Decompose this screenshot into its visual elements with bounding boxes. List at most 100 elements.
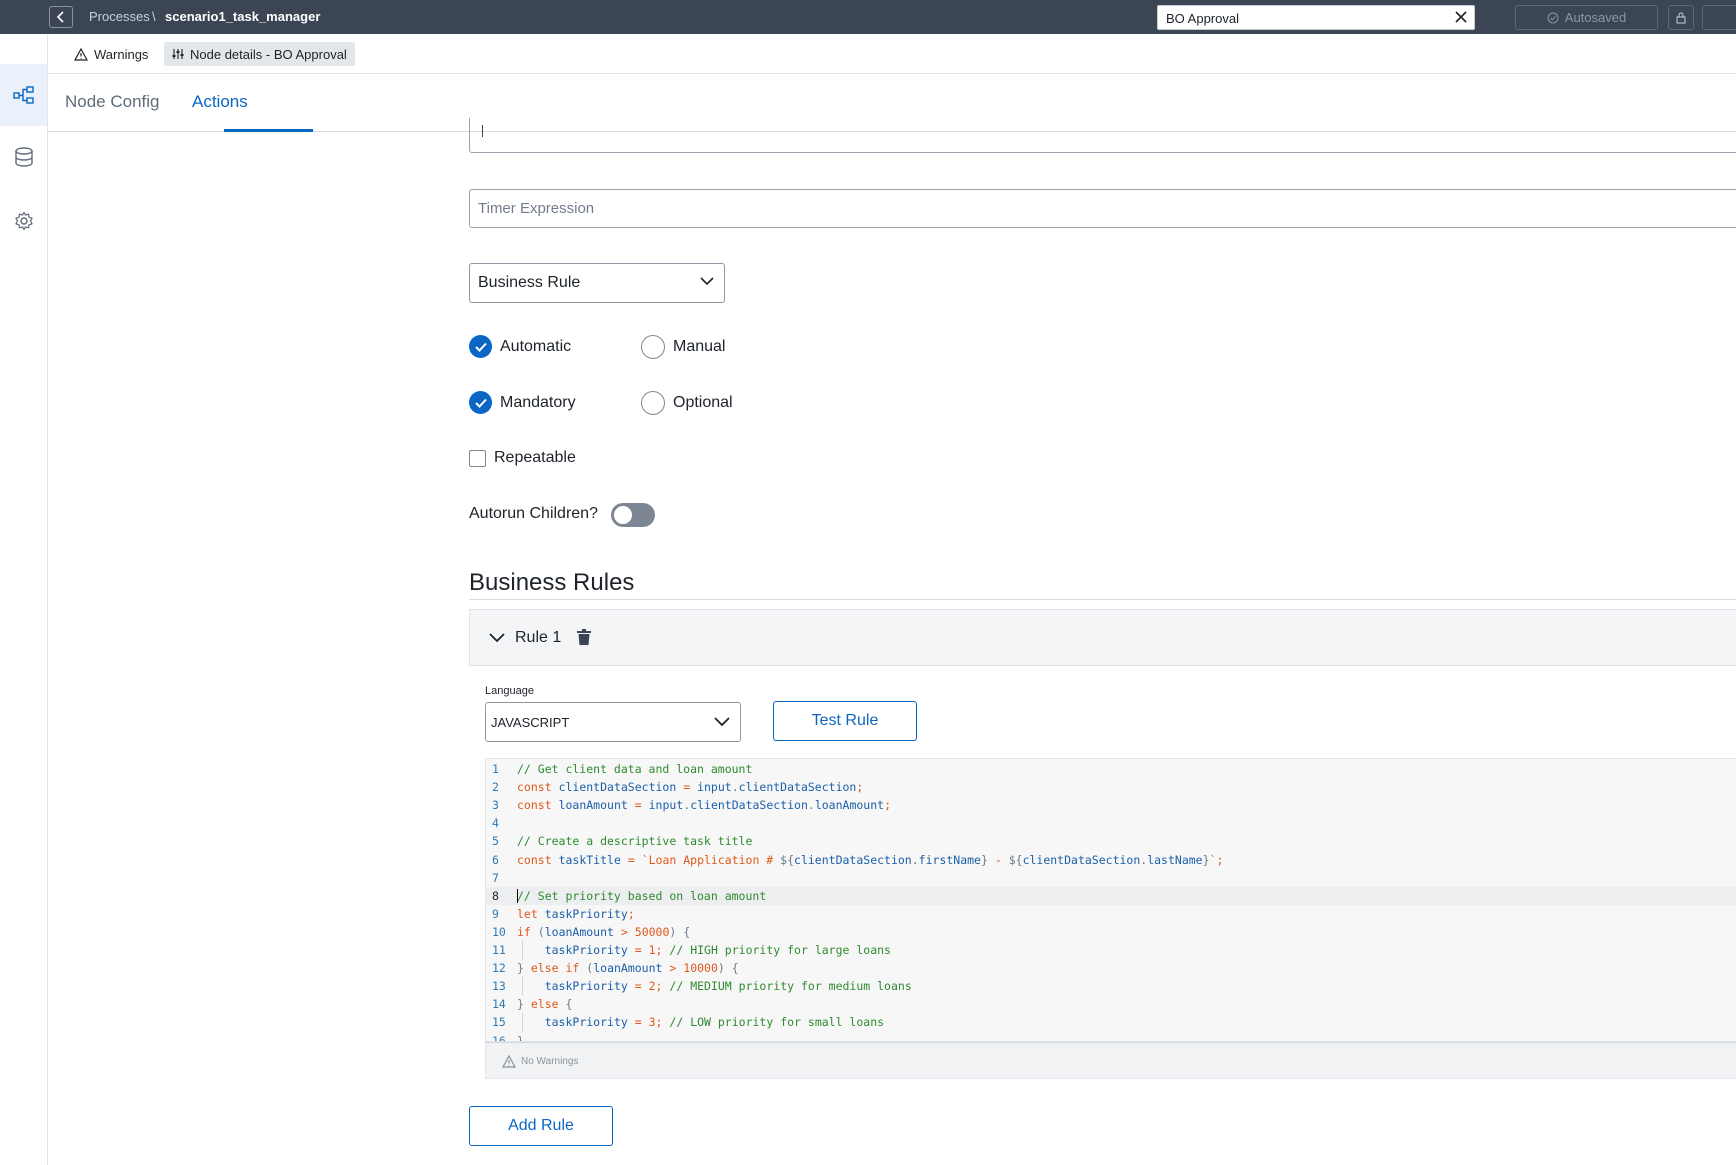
code-editor[interactable]: 1 // Get client data and loan amount 2 cons… — [485, 758, 1736, 1042]
line-code: // Get client data and loan amount — [517, 762, 753, 776]
top-bar: Processes \ scenario1_task_manager BO Ap… — [0, 0, 1736, 34]
rail-item-data[interactable] — [0, 126, 47, 188]
radio-mandatory-label: Mandatory — [500, 393, 576, 411]
action-type-select[interactable]: Business Rule — [469, 263, 725, 303]
warning-icon — [74, 47, 88, 61]
line-number: 6 — [492, 852, 499, 867]
line-number: 15 — [492, 1015, 506, 1030]
checkbox-box — [469, 449, 486, 467]
code-line[interactable]: 4 — [486, 814, 1736, 832]
line-number: 11 — [492, 943, 506, 957]
editor-warnings-bar: No Warnings — [485, 1042, 1736, 1079]
node-search-value: BO Approval — [1166, 11, 1239, 26]
chevron-left-icon — [56, 11, 64, 23]
check-icon — [474, 342, 487, 352]
tab-node-details[interactable]: Node details - BO Approval — [164, 42, 355, 66]
code-line[interactable]: 13 taskPriority = 2; // MEDIUM priority … — [486, 977, 1736, 996]
radio-mandatory[interactable]: Mandatory — [469, 391, 576, 414]
language-value: JAVASCRIPT — [491, 715, 570, 730]
check-circle-icon — [1547, 12, 1559, 23]
radio-manual[interactable]: Manual — [641, 335, 725, 359]
tab-warnings-label: Warnings — [94, 46, 149, 62]
line-code: } — [517, 1033, 524, 1042]
rail-item-settings[interactable] — [0, 190, 47, 252]
line-code: } else if (loanAmount > 10000) { — [517, 961, 739, 976]
code-line[interactable]: 10 if (loanAmount > 50000) { — [486, 923, 1736, 941]
active-tab-indicator — [224, 129, 313, 132]
line-code: // Create a descriptive task title — [517, 834, 753, 849]
checkbox-repeatable[interactable]: Repeatable — [469, 449, 576, 467]
line-number: 10 — [492, 924, 506, 939]
radio-automatic-label: Automatic — [500, 337, 572, 355]
line-code: const clientDataSection = input.clientDa… — [517, 780, 864, 795]
lock-button[interactable] — [1668, 5, 1694, 30]
process-icon — [12, 86, 34, 104]
add-rule-button[interactable]: Add Rule — [469, 1106, 613, 1146]
radio-manual-label: Manual — [673, 338, 726, 355]
rule-panel-header[interactable]: Rule 1 — [469, 609, 1736, 666]
line-code: } else { — [517, 997, 573, 1012]
radio-unselected-indicator — [641, 391, 665, 415]
code-line[interactable]: 15 taskPriority = 3; // LOW priority for… — [486, 1013, 1736, 1032]
breadcrumb-current: scenario1_task_manager — [165, 9, 321, 24]
autorun-children-toggle[interactable] — [611, 503, 655, 527]
tab-node-config[interactable]: Node Config — [65, 92, 160, 112]
close-icon[interactable] — [1454, 10, 1468, 24]
code-line[interactable]: 11 taskPriority = 1; // HIGH priority fo… — [486, 941, 1736, 959]
code-line[interactable]: 2 const clientDataSection = input.clientD… — [486, 778, 1736, 796]
warning-icon — [502, 1055, 516, 1068]
back-button[interactable] — [49, 6, 73, 28]
sliders-icon — [172, 49, 184, 59]
toolbar-extra-button[interactable] — [1702, 5, 1736, 30]
code-line[interactable]: 12} else if (loanAmount > 10000) { — [486, 959, 1736, 977]
line-number: 3 — [492, 798, 499, 813]
radio-optional[interactable]: Optional — [641, 391, 733, 415]
trash-icon[interactable] — [577, 629, 591, 645]
code-line[interactable]: 8 // Set priority based on loan amount — [486, 886, 1736, 905]
line-number: 16 — [492, 1033, 506, 1042]
timer-expression-input[interactable]: Timer Expression — [469, 189, 1736, 228]
panel-tabs-bar: Warnings Node details - BO Approval — [48, 34, 1736, 74]
code-line[interactable]: 14 } else { — [486, 995, 1736, 1013]
rail-item-process[interactable] — [0, 64, 47, 126]
code-line[interactable]: 9 let taskPriority; — [486, 905, 1736, 923]
gear-icon — [14, 211, 33, 231]
code-line[interactable]: 1 // Get client data and loan amount — [486, 760, 1736, 778]
action-type-value: Business Rule — [478, 274, 581, 291]
breadcrumb-separator: \ — [152, 9, 156, 24]
section-divider — [469, 599, 1736, 600]
radio-automatic[interactable]: Automatic — [469, 335, 571, 358]
autosaved-label: Autosaved — [1564, 10, 1627, 25]
line-number: 7 — [492, 870, 499, 885]
language-label: Language — [485, 685, 534, 697]
chevron-down-icon[interactable] — [489, 632, 505, 643]
line-number: 14 — [492, 997, 506, 1012]
node-search-input[interactable]: BO Approval — [1157, 5, 1475, 30]
line-code: const loanAmount = input.clientDataSecti… — [517, 798, 892, 813]
line-number: 9 — [492, 906, 499, 921]
breadcrumb-processes[interactable]: Processes — [89, 9, 150, 24]
tab-warnings[interactable]: Warnings — [66, 42, 156, 66]
line-number: 8 — [492, 888, 499, 903]
tab-actions[interactable]: Actions — [192, 92, 248, 112]
code-line[interactable]: 3 const loanAmount = input.clientDataSect… — [486, 796, 1736, 814]
chevron-down-icon — [714, 717, 730, 727]
line-code: taskPriority = 2; // MEDIUM priority for… — [544, 979, 912, 994]
language-select[interactable]: JAVASCRIPT — [485, 702, 741, 742]
code-line[interactable]: 6 const taskTitle = `Loan Application # $… — [486, 851, 1736, 869]
autorun-children-label: Autorun Children? — [469, 505, 598, 522]
line-code: taskPriority = 3; // LOW priority for sm… — [544, 1015, 885, 1030]
code-line[interactable]: 5 // Create a descriptive task title — [486, 832, 1736, 850]
test-rule-button[interactable]: Test Rule — [773, 701, 917, 741]
code-line[interactable]: 16} — [486, 1032, 1736, 1042]
check-icon — [474, 398, 487, 408]
left-rail — [0, 34, 48, 1165]
line-number: 1 — [492, 762, 499, 776]
line-code: // Set priority based on loan amount — [517, 888, 767, 903]
line-code: const taskTitle = `Loan Application # ${… — [517, 852, 1224, 867]
radio-unselected-indicator — [641, 335, 665, 359]
action-name-input[interactable] — [469, 118, 1736, 153]
radio-optional-label: Optional — [673, 394, 733, 411]
rule-title: Rule 1 — [515, 629, 562, 646]
code-line[interactable]: 7 — [486, 869, 1736, 887]
